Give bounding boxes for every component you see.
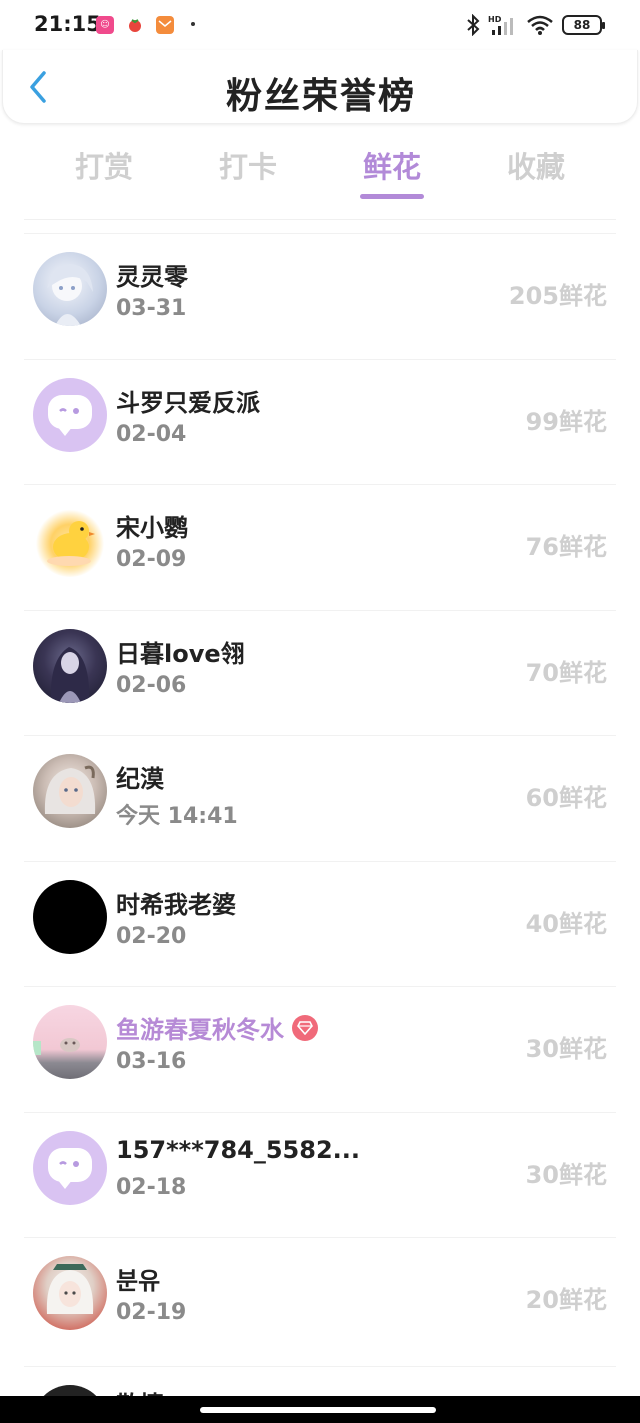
fan-date: 今天 14:41 — [116, 804, 238, 829]
tab-flowers[interactable]: 鲜花 — [342, 144, 442, 186]
avatar[interactable] — [33, 628, 107, 703]
page-header: 粉丝荣誉榜 — [2, 50, 638, 124]
navigation-bar — [0, 1396, 640, 1423]
fan-name: 日暮love翎 — [116, 639, 245, 668]
app-notification-icon: ☺ — [96, 16, 114, 34]
fan-name: 灵灵零 — [116, 263, 188, 291]
avatar[interactable] — [33, 377, 107, 452]
list-item[interactable]: 日暮love翎 02-06 70鲜花 — [24, 609, 616, 736]
more-notifications-dot — [191, 22, 195, 26]
status-indicators: HD 88 — [466, 12, 605, 38]
list-item[interactable]: 157***784_5582... 02-18 30鲜花 — [24, 1111, 616, 1238]
fan-name: 분유 — [116, 1267, 161, 1295]
battery-icon: 88 — [562, 15, 605, 35]
flower-count: 76鲜花 — [525, 533, 607, 561]
fan-date: 02-09 — [116, 547, 187, 572]
flower-count: 205鲜花 — [508, 282, 607, 310]
tab-bar: 打赏 打卡 鲜花 收藏 — [0, 140, 640, 206]
active-tab-indicator — [360, 194, 424, 199]
chat-icon — [48, 394, 92, 429]
divider — [24, 219, 616, 220]
fan-date: 02-18 — [116, 1174, 187, 1200]
status-bar: 21:15 ☺ HD 88 — [0, 0, 640, 50]
wifi-icon — [527, 15, 553, 35]
status-time: 21:15 — [34, 12, 101, 36]
fan-name: 157***784_5582... — [116, 1135, 360, 1164]
fan-name: 斗罗只爱反派 — [116, 388, 260, 417]
flower-count: 60鲜花 — [525, 784, 607, 812]
list-item[interactable]: 분유 02-19 20鲜花 — [24, 1237, 616, 1363]
fan-date: 02-19 — [116, 1300, 187, 1325]
avatar[interactable] — [33, 1005, 107, 1079]
fan-name: 宋小鹦 — [116, 514, 188, 542]
flower-count: 30鲜花 — [525, 1035, 607, 1063]
list-item[interactable]: 宋小鹦 02-09 76鲜花 — [24, 484, 616, 610]
avatar[interactable] — [33, 754, 107, 828]
tab-checkin[interactable]: 打卡 — [198, 144, 298, 186]
list-item[interactable]: 斗罗只爱反派 02-04 99鲜花 — [24, 358, 616, 485]
avatar[interactable] — [33, 1130, 107, 1205]
fan-date: 02-06 — [116, 672, 187, 698]
list-item[interactable]: 灵灵零 03-31 205鲜花 — [24, 233, 616, 359]
fan-date: 03-16 — [116, 1049, 187, 1074]
home-indicator[interactable] — [200, 1407, 436, 1413]
flower-count: 70鲜花 — [525, 658, 607, 687]
fan-date: 03-31 — [116, 296, 187, 321]
tab-favorites[interactable]: 收藏 — [486, 144, 586, 186]
bluetooth-icon — [467, 14, 480, 36]
fan-name: 纪漠 — [116, 765, 164, 793]
flower-count: 30鲜花 — [525, 1160, 607, 1189]
flower-count: 20鲜花 — [525, 1286, 607, 1314]
fan-name: 时希我老婆 — [116, 890, 236, 919]
chat-icon — [48, 1147, 92, 1182]
svg-text:HD: HD — [488, 15, 502, 24]
list-item[interactable]: 鱼游春夏秋冬水 03-16 30鲜花 — [24, 986, 616, 1112]
flower-count: 40鲜花 — [525, 909, 607, 938]
fan-date: 02-04 — [116, 421, 187, 447]
fan-date: 02-20 — [116, 923, 187, 949]
page-title: 粉丝荣誉榜 — [225, 76, 416, 117]
list-item[interactable]: 纪漠 今天 14:41 60鲜花 — [24, 735, 616, 861]
flower-count: 99鲜花 — [525, 407, 607, 436]
signal-icon: HD — [488, 15, 513, 35]
avatar[interactable] — [33, 503, 107, 577]
fan-name: 鱼游春夏秋冬水 — [116, 1010, 318, 1045]
fans-list: 灵灵零 03-31 205鲜花 斗罗只爱反派 02-04 99鲜花 宋小鹦 02… — [0, 233, 640, 1363]
list-item[interactable]: 散情 — [24, 1366, 616, 1423]
mail-app-icon — [156, 16, 174, 34]
avatar[interactable] — [33, 879, 107, 954]
avatar[interactable] — [33, 1256, 107, 1330]
tab-tips[interactable]: 打赏 — [54, 144, 154, 186]
list-item[interactable]: 时希我老婆 02-20 40鲜花 — [24, 860, 616, 987]
vip-diamond-icon — [292, 1015, 318, 1041]
avatar[interactable] — [33, 252, 107, 326]
tomato-app-icon — [126, 16, 144, 34]
